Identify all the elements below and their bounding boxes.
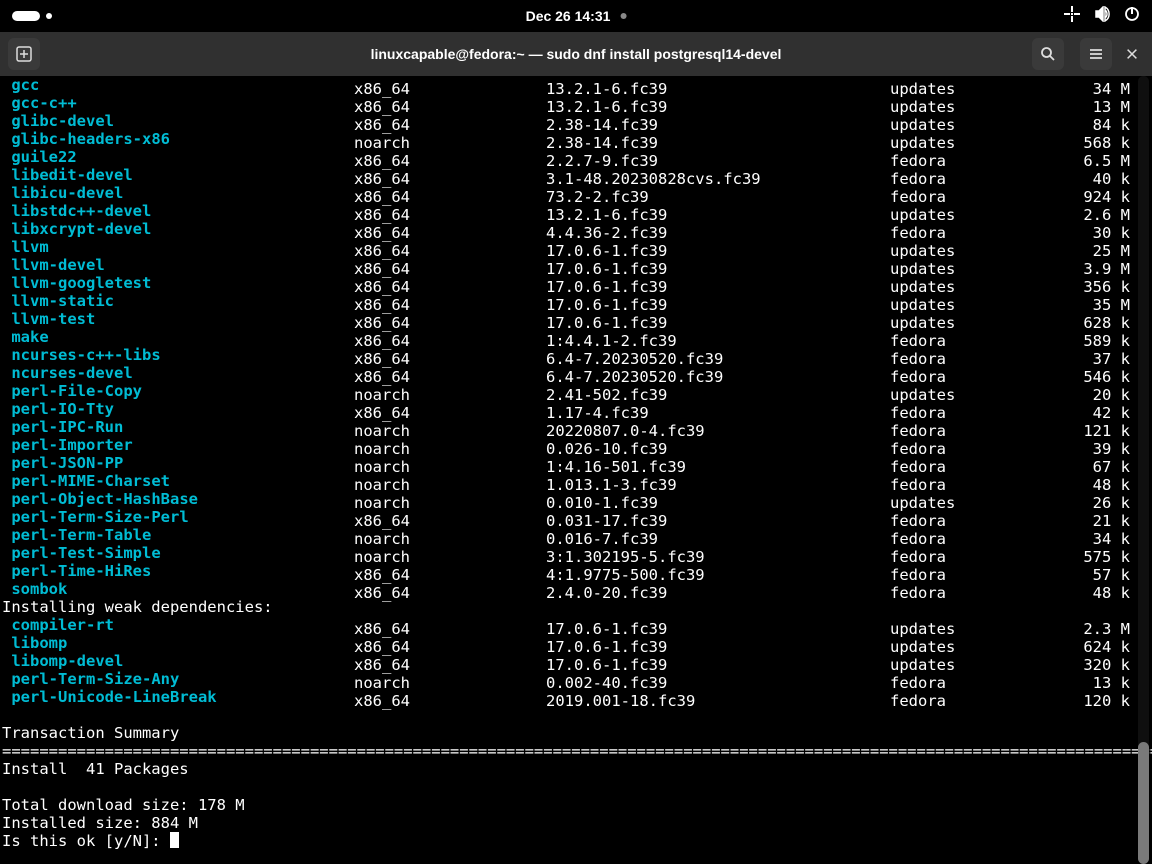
- package-row: gcc-c++x86_6413.2.1-6.fc39updates13 M: [2, 94, 1138, 112]
- package-row: compiler-rtx86_6417.0.6-1.fc39updates2.3…: [2, 616, 1138, 634]
- close-button[interactable]: [1120, 42, 1144, 66]
- package-row: libxcrypt-develx86_644.4.36-2.fc39fedora…: [2, 220, 1138, 238]
- package-row: llvm-testx86_6417.0.6-1.fc39updates628 k: [2, 310, 1138, 328]
- window-titlebar: linuxcapable@fedora:~ — sudo dnf install…: [0, 32, 1152, 76]
- package-row: libedit-develx86_643.1-48.20230828cvs.fc…: [2, 166, 1138, 184]
- workspace-dot-icon: [46, 13, 52, 19]
- summary-installed: Installed size: 884 M: [2, 814, 1138, 832]
- summary-download: Total download size: 178 M: [2, 796, 1138, 814]
- package-row: perl-Time-HiResx86_644:1.9775-500.fc39fe…: [2, 562, 1138, 580]
- datetime-text: Dec 26 14:31: [526, 8, 611, 24]
- package-row: libicu-develx86_6473.2-2.fc39fedora924 k: [2, 184, 1138, 202]
- package-row: glibc-headers-x86noarch2.38-14.fc39updat…: [2, 130, 1138, 148]
- package-row: perl-Term-Tablenoarch0.016-7.fc39fedora3…: [2, 526, 1138, 544]
- package-row: glibc-develx86_642.38-14.fc39updates84 k: [2, 112, 1138, 130]
- package-row: libompx86_6417.0.6-1.fc39updates624 k: [2, 634, 1138, 652]
- package-row: perl-Test-Simplenoarch3:1.302195-5.fc39f…: [2, 544, 1138, 562]
- package-row: llvm-staticx86_6417.0.6-1.fc39updates35 …: [2, 292, 1138, 310]
- package-row: llvm-googletestx86_6417.0.6-1.fc39update…: [2, 274, 1138, 292]
- package-row: gccx86_6413.2.1-6.fc39updates34 M: [2, 76, 1138, 94]
- package-row: libomp-develx86_6417.0.6-1.fc39updates32…: [2, 652, 1138, 670]
- volume-icon[interactable]: [1094, 6, 1110, 26]
- power-icon[interactable]: [1124, 6, 1140, 26]
- package-row: ncurses-c++-libsx86_646.4-7.20230520.fc3…: [2, 346, 1138, 364]
- package-row: perl-Importernoarch0.026-10.fc39fedora39…: [2, 436, 1138, 454]
- cursor: [170, 832, 179, 848]
- search-button[interactable]: [1032, 38, 1064, 70]
- summary-rule: ========================================…: [2, 742, 1138, 760]
- package-row: perl-Unicode-LineBreakx86_642019.001-18.…: [2, 688, 1138, 706]
- package-row: perl-Object-HashBasenoarch0.010-1.fc39up…: [2, 490, 1138, 508]
- package-row: perl-Term-Size-Anynoarch0.002-40.fc39fed…: [2, 670, 1138, 688]
- package-row: ncurses-develx86_646.4-7.20230520.fc39fe…: [2, 364, 1138, 382]
- scrollbar-track[interactable]: [1138, 76, 1149, 864]
- package-row: perl-Term-Size-Perlx86_640.031-17.fc39fe…: [2, 508, 1138, 526]
- package-row: makex86_641:4.4.1-2.fc39fedora589 k: [2, 328, 1138, 346]
- clock[interactable]: Dec 26 14:31: [526, 8, 627, 24]
- scrollbar-thumb[interactable]: [1138, 742, 1149, 864]
- summary-install: Install 41 Packages: [2, 760, 1138, 778]
- activities-pill-icon: [12, 11, 40, 21]
- summary-title: Transaction Summary: [2, 724, 1138, 742]
- package-row: libstdc++-develx86_6413.2.1-6.fc39update…: [2, 202, 1138, 220]
- package-row: perl-IPC-Runnoarch20220807.0-4.fc39fedor…: [2, 418, 1138, 436]
- package-row: perl-File-Copynoarch2.41-502.fc39updates…: [2, 382, 1138, 400]
- package-row: sombokx86_642.4.0-20.fc39fedora48 k: [2, 580, 1138, 598]
- confirm-prompt[interactable]: Is this ok [y/N]:: [2, 832, 1138, 850]
- network-icon[interactable]: [1064, 6, 1080, 26]
- package-row: perl-MIME-Charsetnoarch1.013.1-3.fc39fed…: [2, 472, 1138, 490]
- activities-area[interactable]: [12, 11, 52, 21]
- notification-dot-icon: [620, 13, 626, 19]
- terminal-viewport[interactable]: gccx86_6413.2.1-6.fc39updates34 M gcc-c+…: [0, 76, 1152, 864]
- package-row: perl-IO-Ttyx86_641.17-4.fc39fedora42 k: [2, 400, 1138, 418]
- top-panel: Dec 26 14:31: [0, 0, 1152, 32]
- package-row: llvmx86_6417.0.6-1.fc39updates25 M: [2, 238, 1138, 256]
- package-row: llvm-develx86_6417.0.6-1.fc39updates3.9 …: [2, 256, 1138, 274]
- window-title: linuxcapable@fedora:~ — sudo dnf install…: [371, 46, 782, 62]
- package-row: perl-JSON-PPnoarch1:4.16-501.fc39fedora6…: [2, 454, 1138, 472]
- menu-button[interactable]: [1080, 38, 1112, 70]
- package-row: guile22x86_642.2.7-9.fc39fedora6.5 M: [2, 148, 1138, 166]
- new-tab-button[interactable]: [8, 38, 40, 70]
